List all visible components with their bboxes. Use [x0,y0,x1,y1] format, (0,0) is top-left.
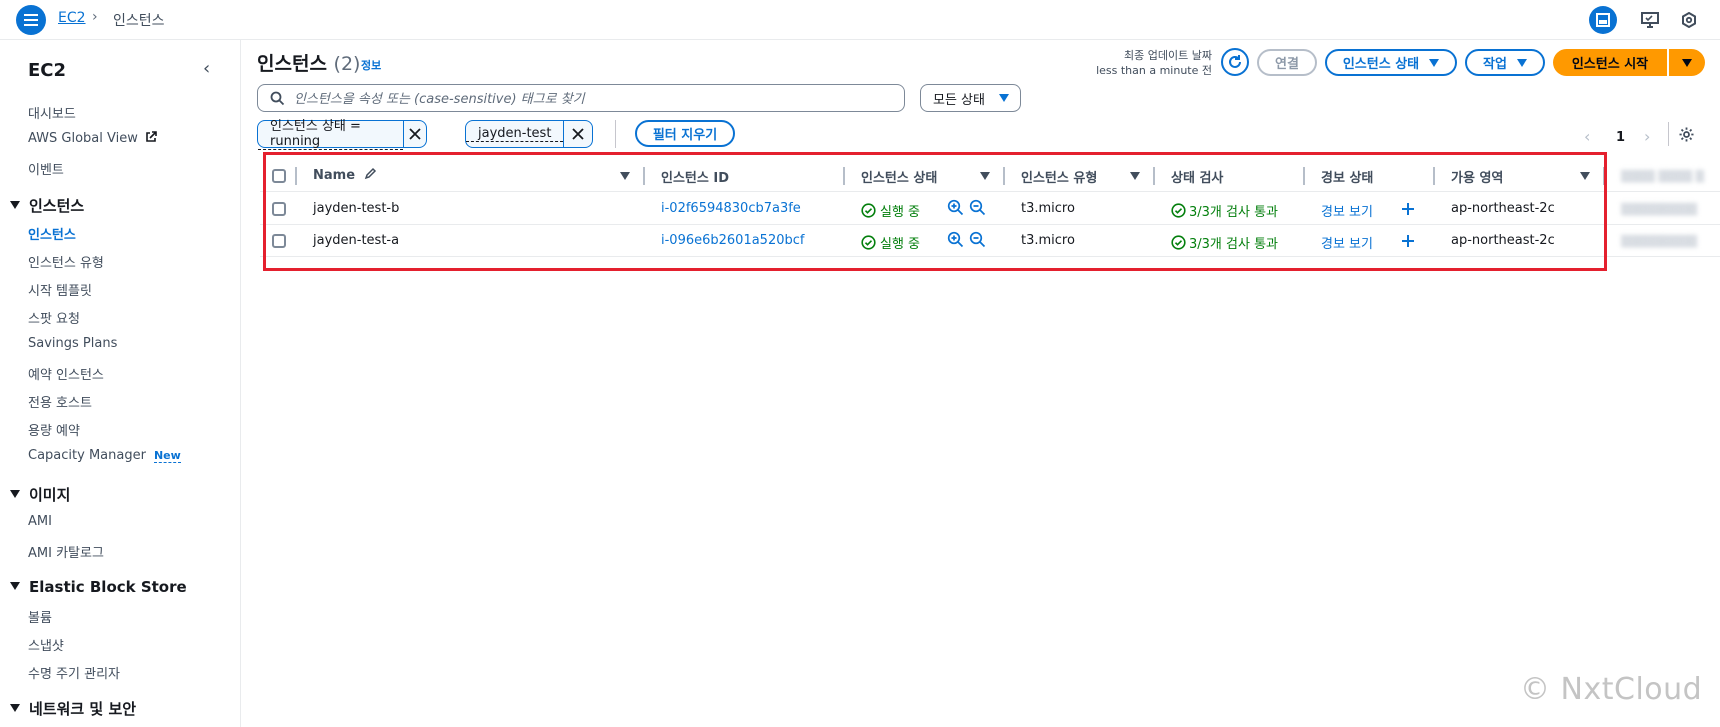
settings-hexagon-icon[interactable] [1675,6,1703,34]
sidebar-item-ami-catalog[interactable]: AMI 카탈로그 [28,542,104,561]
watermark: © NxtCloud [1520,672,1703,707]
menu-icon[interactable] [16,5,46,35]
sidebar-item-instances[interactable]: 인스턴스 [28,224,76,243]
expand-icon [10,704,20,712]
sidebar-item-global-view[interactable]: AWS Global View [28,131,157,146]
sidebar-item-ami[interactable]: AMI [28,514,52,529]
gear-icon [1679,127,1694,142]
sidebar-item-dashboard[interactable]: 대시보드 [28,103,76,122]
actions-dropdown[interactable]: 작업 [1465,49,1545,76]
split-panel-icon[interactable] [1589,6,1617,34]
expand-icon [10,201,20,209]
divider [1668,122,1669,146]
sidebar-section-instances[interactable]: 인스턴스 [10,195,84,216]
remove-filter-button[interactable] [563,121,591,147]
divider [615,120,616,148]
launch-instances-button[interactable]: 인스턴스 시작 [1553,49,1667,76]
page-title: 인스턴스 (2) [257,53,361,75]
clear-filters-button[interactable]: 필터 지우기 [635,120,735,147]
external-link-icon [146,131,157,142]
sidebar-item-dedicated-hosts[interactable]: 전용 호스트 [28,392,92,411]
sidebar-item-capacity-reservations[interactable]: 용량 예약 [28,420,80,439]
refresh-icon [1229,55,1241,68]
highlight-annotation [263,152,1607,271]
search-box [257,84,905,112]
sidebar-section-network-security[interactable]: 네트워크 및 보안 [10,698,136,719]
sidebar-item-launch-templates[interactable]: 시작 템플릿 [28,280,92,299]
table-preferences-button[interactable] [1678,126,1695,147]
remove-filter-button[interactable] [402,121,426,147]
sidebar-item-savings-plans[interactable]: Savings Plans [28,336,117,351]
filter-token-label[interactable]: jayden-test [466,126,564,142]
sidebar-item-volumes[interactable]: 볼륨 [28,607,52,626]
connect-button[interactable]: 연결 [1257,49,1317,76]
next-page-icon[interactable]: › [1644,127,1650,146]
previous-page-icon[interactable]: ‹ [1584,127,1590,146]
filter-token-name: jayden-test [465,120,593,148]
caret-down-icon [998,94,1009,102]
breadcrumb-ec2[interactable]: EC2 [58,10,86,26]
search-input[interactable] [294,90,894,108]
sidebar-section-ebs[interactable]: Elastic Block Store [10,578,187,596]
close-icon [572,128,584,140]
filter-token-label[interactable]: 인스턴스 상태 = running [258,119,403,150]
blurred-cell: ▒▒▒▒▒▒▒▒▒ [1621,235,1698,248]
sidebar-item-lifecycle-manager[interactable]: 수명 주기 관리자 [28,663,120,682]
sidebar-item-reserved-instances[interactable]: 예약 인스턴스 [28,364,104,383]
new-badge: New [153,449,181,463]
collapse-sidebar-icon[interactable]: ‹ [203,58,210,79]
blurred-column-header: ▒▒▒▒ ▒▒▒▒ ▒ [1621,170,1705,183]
search-icon [270,91,285,106]
caret-down-icon [1429,58,1440,67]
expand-icon [10,490,20,498]
breadcrumb-separator-icon: › [92,9,98,25]
last-update: 최종 업데이트 날짜 less than a minute 전 [1096,49,1212,77]
sidebar-item-capacity-manager[interactable]: Capacity Manager New [28,448,181,463]
refresh-button[interactable] [1221,48,1249,76]
status-select[interactable]: 모든 상태 [920,84,1021,112]
close-icon [409,128,421,140]
instance-state-dropdown[interactable]: 인스턴스 상태 [1325,49,1457,76]
sidebar-item-instance-types[interactable]: 인스턴스 유형 [28,252,104,271]
sidebar-item-events[interactable]: 이벤트 [28,159,64,178]
info-link[interactable]: 정보 [361,57,381,73]
sidebar-item-label: Capacity Manager [28,448,146,463]
expand-icon [10,582,20,590]
caret-down-icon [1516,58,1527,67]
notifications-icon[interactable] [1636,6,1664,34]
sidebar-section-images[interactable]: 이미지 [10,484,70,505]
breadcrumb-current: 인스턴스 [113,13,165,29]
page-number[interactable]: 1 [1616,130,1625,145]
blurred-cell: ▒▒▒▒▒▒▒▒▒ [1621,203,1698,216]
sidebar-title: EC2 [28,60,67,81]
instance-count: (2) [333,53,361,75]
sidebar-item-snapshots[interactable]: 스냅샷 [28,635,64,654]
top-navigation-bar: EC2 › 인스턴스 [0,0,1720,40]
sidebar-item-spot-requests[interactable]: 스팟 요청 [28,308,80,327]
launch-instances-dropdown[interactable] [1669,49,1705,76]
caret-down-icon [1682,58,1692,67]
sidebar: EC2 ‹ 대시보드 AWS Global View 이벤트 인스턴스 인스턴스… [0,40,241,727]
filter-token-state: 인스턴스 상태 = running [257,119,427,150]
sidebar-item-label: AWS Global View [28,131,138,146]
